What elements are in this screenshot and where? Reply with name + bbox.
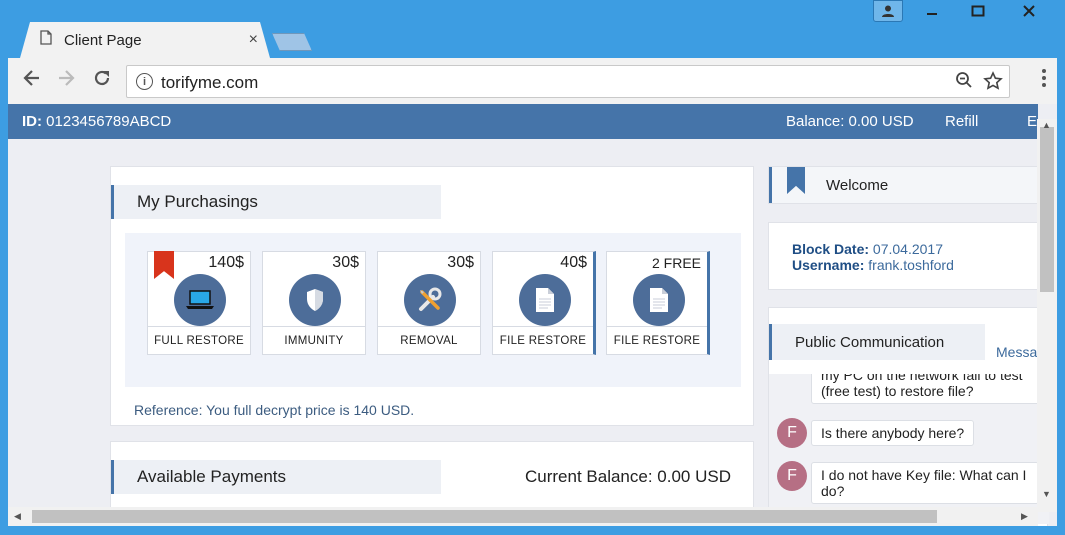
product-label: IMMUNITY	[263, 326, 365, 354]
laptop-icon	[174, 274, 226, 326]
tab-close-icon[interactable]: ×	[249, 31, 258, 49]
product-file-restore[interactable]: 40$ FILE RESTORE	[492, 251, 596, 355]
scroll-up-icon[interactable]: ▲	[1042, 120, 1051, 130]
forward-arrow-icon[interactable]	[56, 68, 76, 94]
scroll-right-icon[interactable]: ▶	[1021, 511, 1028, 522]
back-arrow-icon[interactable]	[22, 68, 42, 94]
welcome-title: Welcome	[769, 167, 1049, 203]
new-tab-button[interactable]	[272, 33, 312, 51]
horizontal-scrollbar-thumb[interactable]	[32, 510, 937, 523]
account-info-card: Block Date: 07.04.2017 Username: frank.t…	[768, 222, 1048, 290]
minimize-button[interactable]	[909, 0, 955, 22]
bookmark-ribbon-icon	[154, 251, 174, 279]
file-icon	[519, 274, 571, 326]
tools-icon	[404, 274, 456, 326]
messages-tab[interactable]: Messa	[996, 344, 1037, 360]
tab-title: Client Page	[64, 31, 142, 49]
product-label: FULL RESTORE	[148, 326, 250, 354]
product-price: 2 FREE	[651, 255, 701, 271]
info-icon[interactable]: i	[136, 73, 153, 90]
topbar-more-link[interactable]: E	[1027, 113, 1037, 130]
product-label: FILE RESTORE	[493, 326, 593, 354]
url-text[interactable]: torifyme.com	[161, 73, 258, 93]
current-balance: Current Balance: 0.00 USD	[525, 467, 731, 486]
welcome-card: Welcome	[768, 166, 1049, 204]
vertical-scrollbar-thumb[interactable]	[1040, 127, 1054, 292]
communication-card: Public Communication Messa my PC on the …	[768, 307, 1049, 526]
block-date-row: Block Date: 07.04.2017	[792, 241, 943, 257]
block-date-value: 07.04.2017	[872, 241, 943, 257]
client-id-value: 0123456789ABCD	[46, 113, 172, 130]
browser-tab-content[interactable]: Client Page ×	[40, 22, 258, 58]
product-price: 30$	[332, 254, 359, 271]
shield-icon	[289, 274, 341, 326]
close-window-button[interactable]	[1001, 0, 1057, 22]
address-bar[interactable]: i torifyme.com	[126, 65, 1010, 98]
bookmark-star-icon[interactable]	[983, 71, 1003, 96]
product-price: 30$	[447, 254, 474, 271]
page-viewport: ID: 0123456789ABCD Balance: 0.00 USD Ref…	[8, 104, 1057, 526]
purchasings-card: My Purchasings 140$ FULL RESTORE 30$ IMM…	[110, 166, 754, 426]
scroll-left-icon[interactable]: ◀	[14, 511, 21, 522]
file-icon	[633, 274, 685, 326]
chat-message: I do not have Key file: What can I do?	[811, 462, 1039, 504]
username-row: Username: frank.toshford	[792, 257, 954, 273]
product-full-restore[interactable]: 140$ FULL RESTORE	[147, 251, 251, 355]
chat-message: my PC on the network fail to test (free …	[811, 374, 1043, 404]
chat-message: Is there anybody here?	[811, 420, 975, 446]
payments-title: Available Payments	[111, 460, 441, 494]
block-date-label: Block Date	[792, 241, 865, 257]
omnibox-actions	[955, 71, 1003, 96]
username-value: frank.toshford	[868, 257, 954, 273]
avatar: F	[777, 418, 807, 448]
client-id-label: ID:	[22, 113, 42, 130]
maximize-button[interactable]	[955, 0, 1001, 22]
product-price: 40$	[560, 254, 587, 271]
window-controls	[873, 0, 1057, 26]
scroll-down-icon[interactable]: ▼	[1042, 489, 1051, 499]
communication-title: Public Communication	[769, 324, 985, 360]
account-topbar: ID: 0123456789ABCD Balance: 0.00 USD Ref…	[8, 104, 1038, 139]
chat-area[interactable]: my PC on the network fail to test (free …	[769, 374, 1049, 524]
page-icon	[40, 30, 52, 50]
product-file-restore-free[interactable]: 2 FREE FILE RESTORE	[606, 251, 710, 355]
kebab-menu-icon[interactable]	[1041, 68, 1047, 88]
browser-toolbar: i torifyme.com	[8, 58, 1057, 104]
product-label: FILE RESTORE	[607, 326, 707, 354]
username-label: Username	[792, 257, 860, 273]
products-panel: 140$ FULL RESTORE 30$ IMMUNITY 30$ REMOV…	[125, 233, 741, 387]
topbar-balance: Balance: 0.00 USD	[786, 113, 914, 130]
product-immunity[interactable]: 30$ IMMUNITY	[262, 251, 366, 355]
reload-icon[interactable]	[92, 68, 112, 94]
product-price: 140$	[208, 254, 244, 271]
client-id: ID: 0123456789ABCD	[22, 113, 171, 130]
browser-window: Client Page × i torifyme.com ID: 0123456…	[0, 0, 1065, 535]
product-removal[interactable]: 30$ REMOVAL	[377, 251, 481, 355]
zoom-out-icon[interactable]	[955, 71, 973, 96]
user-profile-icon[interactable]	[873, 0, 903, 22]
account-info: Block Date: 07.04.2017 Username: frank.t…	[792, 241, 954, 273]
product-label: REMOVAL	[378, 326, 480, 354]
purchasings-title: My Purchasings	[111, 185, 441, 219]
refill-link[interactable]: Refill	[945, 113, 978, 130]
reference-note: Reference: You full decrypt price is 140…	[134, 402, 415, 418]
avatar: F	[777, 461, 807, 491]
